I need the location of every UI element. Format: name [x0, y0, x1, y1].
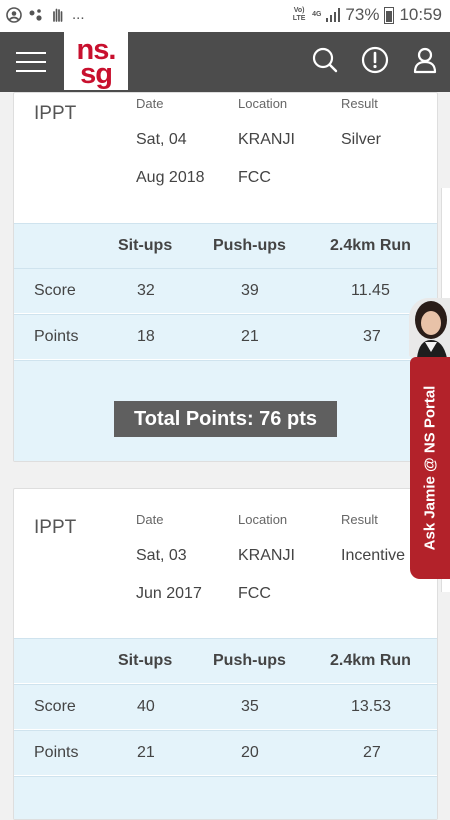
table-row: Score 32 39 11.45 [14, 268, 437, 313]
result-value: Incentive [341, 547, 406, 564]
header-pushups: Push-ups [213, 237, 286, 254]
header-situps: Sit-ups [118, 237, 173, 254]
table-row: Score 40 35 13.53 [14, 684, 437, 729]
jamie-portrait-icon [409, 298, 450, 358]
date-label: Date [136, 96, 164, 111]
date-value-line-1: Sat, 03 [136, 547, 187, 564]
ippt-record-card: IPPT Date Location Result Sat, 04 Aug 20… [13, 92, 438, 462]
score-label: Score [34, 282, 76, 299]
score-situps: 40 [137, 698, 155, 715]
points-situps: 18 [137, 328, 155, 345]
ask-jamie-avatar[interactable] [409, 298, 450, 358]
points-run: 37 [363, 328, 381, 345]
header-run: 2.4km Run [330, 652, 411, 669]
result-label: Result [341, 512, 378, 527]
menu-icon[interactable] [16, 52, 46, 72]
table-header-row: Sit-ups Push-ups 2.4km Run [14, 223, 437, 268]
points-situps: 21 [137, 744, 155, 761]
score-label: Score [34, 698, 76, 715]
search-icon[interactable] [311, 46, 339, 74]
alert-icon[interactable] [361, 46, 389, 74]
date-value-line-2: Jun 2017 [136, 585, 202, 602]
location-label: Location [238, 512, 288, 527]
notification-dots: ... [72, 6, 85, 23]
location-label: Location [238, 96, 288, 111]
result-value: Silver [341, 131, 382, 148]
status-left: ... [6, 6, 85, 24]
points-run: 27 [363, 744, 381, 761]
total-points-badge: Total Points: 76 pts [114, 401, 337, 437]
profile-icon[interactable] [411, 46, 439, 74]
nssg-logo[interactable]: ns. sg [64, 32, 128, 90]
record-title: IPPT [34, 517, 77, 538]
hand-icon [53, 8, 63, 22]
location-value-line-1: KRANJI [238, 547, 295, 564]
table-header-row: Sit-ups Push-ups 2.4km Run [14, 638, 437, 683]
location-value-line-1: KRANJI [238, 131, 295, 148]
logo-line-2: sg [80, 58, 113, 90]
score-pushups: 39 [241, 282, 259, 299]
header-run: 2.4km Run [330, 237, 411, 254]
assistant-icon [29, 9, 42, 21]
location-value-line-2: FCC [238, 169, 271, 186]
date-label: Date [136, 512, 164, 527]
clock: 10:59 [399, 5, 442, 24]
ask-jamie-tab[interactable]: Ask Jamie @ NS Portal [410, 357, 450, 579]
record-title: IPPT [34, 103, 77, 124]
battery-icon [384, 6, 395, 24]
score-pushups: 35 [241, 698, 259, 715]
location-value-line-2: FCC [238, 585, 271, 602]
points-label: Points [34, 328, 79, 345]
header-pushups: Push-ups [213, 652, 286, 669]
score-situps: 32 [137, 282, 155, 299]
battery-percent: 73% [345, 5, 380, 24]
volte-indicator: Vo) LTE [292, 7, 306, 22]
date-value-line-1: Sat, 04 [136, 131, 187, 148]
points-pushups: 21 [241, 328, 259, 345]
status-right: Vo) LTE 4G 73% 10:59 [291, 5, 442, 25]
account-icon [6, 7, 22, 23]
header-situps: Sit-ups [118, 652, 173, 669]
score-run: 11.45 [351, 282, 390, 299]
date-value-line-2: Aug 2018 [136, 169, 205, 186]
table-row: Points 18 21 37 [14, 314, 437, 359]
result-label: Result [341, 96, 378, 111]
points-label: Points [34, 744, 79, 761]
points-pushups: 20 [241, 744, 259, 761]
total-section: Total Points: 76 pts [14, 360, 437, 461]
signal-icon [326, 8, 341, 22]
score-run: 13.53 [351, 698, 392, 715]
ippt-record-card: IPPT Date Location Result Sat, 03 Jun 20… [13, 488, 438, 820]
network-indicator: 4G [312, 11, 322, 18]
total-section [14, 776, 437, 819]
ask-jamie-label: Ask Jamie @ NS Portal [421, 385, 439, 551]
table-row: Points 21 20 27 [14, 730, 437, 775]
status-bar: ... Vo) LTE 4G 73% 10:59 [0, 0, 450, 32]
